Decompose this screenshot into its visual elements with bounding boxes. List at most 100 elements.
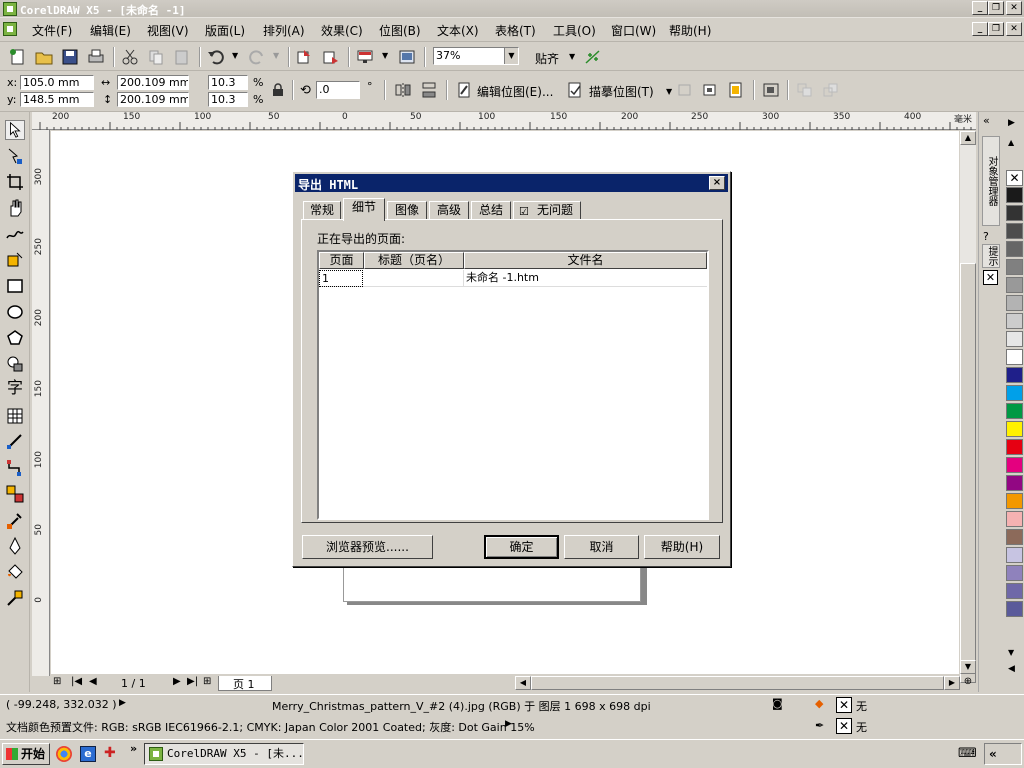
save-icon[interactable] — [61, 49, 79, 65]
color-swatch[interactable] — [1006, 349, 1023, 365]
keyboard-tray-icon[interactable]: ⌨ — [958, 746, 977, 761]
add-page-before-icon[interactable]: ⊞ — [53, 676, 61, 687]
doc-minimize-button[interactable]: _ — [972, 22, 988, 36]
ellipse-tool-icon[interactable] — [5, 302, 25, 322]
column-header-title[interactable]: 标题（页名） — [364, 252, 464, 269]
dialog-title-bar[interactable]: 导出 HTML × — [295, 174, 728, 192]
scroll-up-icon[interactable]: ▲ — [960, 131, 976, 145]
color-swatch[interactable] — [1006, 313, 1023, 329]
shape-tool-icon[interactable] — [5, 146, 25, 166]
open-folder-icon[interactable] — [35, 49, 53, 65]
color-swatch[interactable] — [1006, 223, 1023, 239]
edit-bitmap-icon[interactable] — [455, 82, 473, 98]
browser-preview-button[interactable]: 浏览器预览...... — [302, 535, 433, 559]
menu-tools[interactable]: 工具(O) — [553, 22, 596, 39]
docker-collapse-icon[interactable]: « — [983, 114, 990, 127]
restore-button[interactable]: ❐ — [988, 1, 1004, 15]
horizontal-scroll-thumb[interactable] — [531, 676, 944, 690]
trace-dropdown-icon[interactable]: ▼ — [666, 87, 672, 96]
cell-title[interactable] — [364, 270, 464, 287]
zoom-navigator-icon[interactable]: ⊕ — [960, 676, 976, 690]
color-swatch[interactable] — [1006, 493, 1023, 509]
pages-list[interactable]: 页面 标题（页名） 文件名 1 未命名 -1.htm — [317, 250, 709, 520]
document-icon[interactable] — [3, 22, 17, 36]
undo-icon[interactable] — [207, 49, 225, 65]
close-button[interactable]: ✕ — [1006, 1, 1022, 15]
fill-tool-icon[interactable] — [5, 562, 25, 582]
rectangle-tool-icon[interactable] — [5, 276, 25, 296]
column-header-filename[interactable]: 文件名 — [464, 252, 707, 269]
ie-browser-icon[interactable]: e — [80, 746, 96, 762]
table-tool-icon[interactable] — [5, 406, 25, 426]
no-color-swatch[interactable]: ✕ — [1006, 170, 1023, 186]
color-swatch[interactable] — [1006, 565, 1023, 581]
trace-bitmap-icon[interactable] — [566, 82, 584, 98]
tab-summary[interactable]: 总结 — [471, 201, 511, 220]
first-page-icon[interactable]: |◀ — [71, 676, 82, 687]
color-swatch[interactable] — [1006, 421, 1023, 437]
menu-table[interactable]: 表格(T) — [495, 22, 536, 39]
cell-page[interactable]: 1 — [319, 270, 363, 287]
edit-bitmap-button[interactable]: 编辑位图(E)... — [477, 83, 553, 100]
menu-edit[interactable]: 编辑(E) — [90, 22, 131, 39]
column-header-page[interactable]: 页面 — [319, 252, 364, 269]
next-page-icon[interactable]: ▶ — [173, 676, 181, 687]
basic-shapes-icon[interactable] — [5, 354, 25, 374]
connector-tool-icon[interactable] — [5, 458, 25, 478]
print-icon[interactable] — [87, 49, 105, 65]
palette-scroll-up-icon[interactable]: ▶ — [1008, 118, 1020, 132]
color-swatch[interactable] — [1006, 583, 1023, 599]
lock-ratio-icon[interactable] — [272, 83, 284, 97]
text-tool-icon[interactable]: 字 — [5, 378, 25, 398]
color-swatch[interactable] — [1006, 403, 1023, 419]
quicklaunch-app-icon[interactable]: ✚ — [104, 745, 116, 761]
cut-icon[interactable] — [121, 49, 139, 65]
dimension-tool-icon[interactable] — [5, 432, 25, 452]
help-button[interactable]: 帮助(H) — [644, 535, 720, 559]
color-swatch[interactable] — [1006, 367, 1023, 383]
tab-images[interactable]: 图像 — [387, 201, 427, 220]
bitmap-color-mask-icon[interactable] — [727, 82, 745, 98]
options-icon[interactable] — [584, 49, 602, 65]
color-swatch[interactable] — [1006, 187, 1023, 203]
add-page-after-icon[interactable]: ⊞ — [203, 676, 211, 687]
mirror-horizontal-icon[interactable] — [394, 82, 412, 98]
color-swatch[interactable] — [1006, 511, 1023, 527]
previous-page-icon[interactable]: ◀ — [89, 676, 97, 687]
blend-tool-icon[interactable] — [5, 484, 25, 504]
dialog-close-button[interactable]: × — [709, 176, 725, 190]
menu-layout[interactable]: 版面(L) — [205, 22, 245, 39]
tray-expand-icon[interactable]: « — [984, 743, 1022, 765]
tab-no-issues[interactable]: ☑ 无问题 — [513, 201, 581, 220]
welcome-screen-icon[interactable] — [398, 49, 416, 65]
color-swatch[interactable] — [1006, 547, 1023, 563]
horizontal-ruler[interactable]: 200 150 100 50 0 50 100 150 200 250 300 … — [32, 112, 976, 130]
color-swatch[interactable] — [1006, 331, 1023, 347]
color-swatch[interactable] — [1006, 439, 1023, 455]
export-icon[interactable] — [322, 49, 340, 65]
coreldraw-app-icon[interactable] — [3, 2, 17, 16]
vertical-scroll-thumb[interactable] — [960, 263, 976, 683]
object-manager-tab[interactable]: 对象管理器 — [982, 136, 1000, 226]
color-swatch[interactable] — [1006, 601, 1023, 617]
snap-dropdown-icon[interactable]: ▼ — [569, 52, 575, 61]
horizontal-scrollbar[interactable]: ◀ ▶ — [515, 676, 960, 690]
outline-pen-icon[interactable] — [5, 536, 25, 556]
pick-tool[interactable] — [5, 120, 25, 140]
outline-none-icon[interactable]: ✕ — [836, 718, 852, 734]
table-row[interactable]: 1 未命名 -1.htm — [319, 270, 707, 287]
rotation-field[interactable]: .0 — [316, 81, 360, 99]
resample-icon[interactable] — [701, 82, 719, 98]
import-icon[interactable] — [296, 49, 314, 65]
scroll-right-icon[interactable]: ▶ — [944, 676, 960, 690]
crop-tool-icon[interactable] — [5, 172, 25, 192]
cancel-button[interactable]: 取消 — [564, 535, 639, 559]
polygon-tool-icon[interactable] — [5, 328, 25, 348]
trace-bitmap-button[interactable]: 描摹位图(T) — [589, 83, 654, 100]
zoom-dropdown-icon[interactable]: ▼ — [504, 48, 518, 64]
zoom-level-select[interactable]: 37% ▼ — [433, 47, 519, 65]
menu-arrange[interactable]: 排列(A) — [263, 22, 305, 39]
ok-button[interactable]: 确定 — [484, 535, 559, 559]
menu-effects[interactable]: 效果(C) — [321, 22, 363, 39]
color-swatch[interactable] — [1006, 205, 1023, 221]
